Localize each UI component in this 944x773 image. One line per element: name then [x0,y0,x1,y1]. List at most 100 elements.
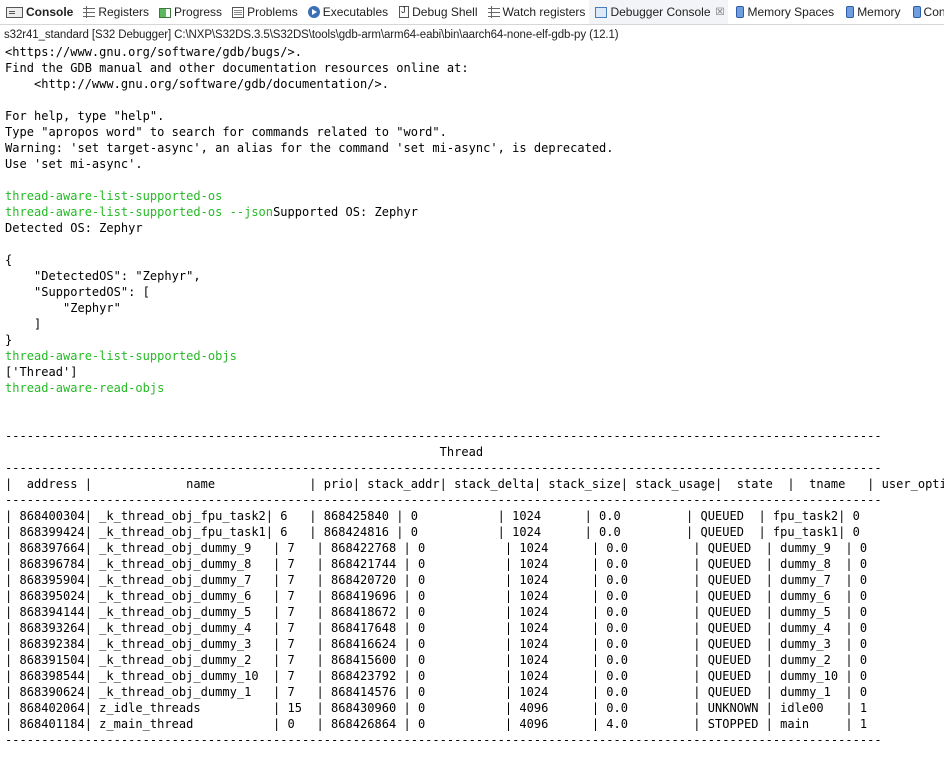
console-output-line: ----------------------------------------… [5,460,944,476]
console-output-line: ----------------------------------------… [5,428,944,444]
output-text: | 868400304| _k_thread_obj_fpu_task2| 6 … [5,509,944,523]
console-output-line: | 868395024| _k_thread_obj_dummy_6 | 7 |… [5,588,944,604]
output-text: ----------------------------------------… [5,429,882,443]
tab-memory-spaces[interactable]: Memory Spaces [728,0,838,24]
console-output-line: Find the GDB manual and other documentat… [5,60,944,76]
console-output-line: Detected OS: Zephyr [5,220,944,236]
command-text: thread-aware-list-supported-os --json [5,205,274,219]
console-output-line: | 868393264| _k_thread_obj_dummy_4 | 7 |… [5,620,944,636]
console-output[interactable]: <https://www.gnu.org/software/gdb/bugs/>… [0,44,944,748]
tab-debug-shell[interactable]: Debug Shell [392,0,481,24]
output-text: | 868397664| _k_thread_obj_dummy_9 | 7 |… [5,541,944,555]
problems-icon [232,6,245,18]
tab-label: Debug Shell [412,5,478,19]
watch-registers-icon [487,6,500,18]
tab-label: Memory Spaces [747,5,835,19]
output-text: | 868394144| _k_thread_obj_dummy_5 | 7 |… [5,605,944,619]
output-text: | 868395904| _k_thread_obj_dummy_7 | 7 |… [5,573,944,587]
console-output-line: { [5,252,944,268]
memory-spaces-icon [736,6,745,18]
output-text: "DetectedOS": "Zephyr", [5,269,201,283]
tab-label: Executables [322,5,389,19]
output-text: For help, type "help". [5,109,165,123]
tab-label: Progress [174,5,223,19]
console-output-line: ] [5,316,944,332]
tab-progress[interactable]: Progress [153,0,226,24]
console-command-line: thread-aware-list-supported-os --jsonSup… [5,204,944,220]
console-output-line: | 868396784| _k_thread_obj_dummy_8 | 7 |… [5,556,944,572]
output-text: ----------------------------------------… [5,733,882,747]
console-output-line: | 868399424| _k_thread_obj_fpu_task1| 6 … [5,524,944,540]
executables-icon [307,6,320,18]
output-text: ----------------------------------------… [5,461,882,475]
output-text: ----------------------------------------… [5,493,882,507]
console-icon [6,6,23,18]
debug-shell-icon [399,5,410,18]
tab-console[interactable]: Console [0,0,77,24]
tab-label: Watch registers [502,5,586,19]
control-icon [912,6,921,18]
console-output-line: For help, type "help". [5,108,944,124]
output-text: <http://www.gnu.org/software/gdb/documen… [5,77,389,91]
tab-executables[interactable]: Executables [302,0,392,24]
output-text: | 868393264| _k_thread_obj_dummy_4 | 7 |… [5,621,944,635]
debugger-console-icon [595,6,608,18]
output-text: Use 'set mi-async'. [5,157,143,171]
tab-label: Debugger Console [610,5,711,19]
console-command-line: thread-aware-list-supported-objs [5,348,944,364]
tab-control-a[interactable]: Control a [905,0,944,24]
command-text: thread-aware-list-supported-objs [5,349,237,363]
tab-label: Registers [98,5,150,19]
tab-registers[interactable]: Registers [77,0,153,24]
console-output-line: | 868391504| _k_thread_obj_dummy_2 | 7 |… [5,652,944,668]
console-command-line: thread-aware-list-supported-os [5,188,944,204]
output-text: { [5,253,13,267]
console-output-line: | address | name | prio| stack_addr| sta… [5,476,944,492]
console-output-line: | 868394144| _k_thread_obj_dummy_5 | 7 |… [5,604,944,620]
output-text: | 868395024| _k_thread_obj_dummy_6 | 7 |… [5,589,944,603]
console-output-line: } [5,332,944,348]
console-output-line: | 868392384| _k_thread_obj_dummy_3 | 7 |… [5,636,944,652]
console-output-line: "Zephyr" [5,300,944,316]
console-output-line: Type "apropos word" to search for comman… [5,124,944,140]
console-output-line: ----------------------------------------… [5,732,944,748]
output-text: | 868402064| z_idle_threads | 15 | 86843… [5,701,944,715]
output-text: ] [5,317,42,331]
memory-icon [846,6,855,18]
console-output-line: "SupportedOS": [ [5,284,944,300]
console-command-line: thread-aware-read-objs [5,380,944,396]
console-output-line: <https://www.gnu.org/software/gdb/bugs/>… [5,44,944,60]
console-output-line: | 868397664| _k_thread_obj_dummy_9 | 7 |… [5,540,944,556]
output-text: | address | name | prio| stack_addr| sta… [5,477,944,491]
console-title: s32r41_standard [S32 Debugger] C:\NXP\S3… [4,29,619,41]
output-text: Find the GDB manual and other documentat… [5,61,469,75]
output-text: } [5,333,13,347]
output-text: | 868392384| _k_thread_obj_dummy_3 | 7 |… [5,637,944,651]
output-text: Supported OS: Zephyr [273,205,418,219]
close-icon[interactable]: ☒ [716,7,725,18]
console-output-line: ----------------------------------------… [5,492,944,508]
console-output-line: | 868400304| _k_thread_obj_fpu_task2| 6 … [5,508,944,524]
tab-label: Console [26,5,74,19]
console-output-line: Use 'set mi-async'. [5,156,944,172]
output-text: "Zephyr" [5,301,121,315]
tab-watch-registers[interactable]: Watch registers [482,0,590,24]
output-text: | 868399424| _k_thread_obj_fpu_task1| 6 … [5,525,944,539]
output-text: Type "apropos word" to search for comman… [5,125,447,139]
output-text: "SupportedOS": [ [5,285,150,299]
tab-memory[interactable]: Memory [838,0,904,24]
console-output-line: | 868395904| _k_thread_obj_dummy_7 | 7 |… [5,572,944,588]
tab-label: Problems [247,5,298,19]
console-output-line: | 868401184| z_main_thread | 0 | 8684268… [5,716,944,732]
tab-debugger-console[interactable]: Debugger Console ☒ [589,0,729,24]
progress-icon [159,7,172,18]
tab-problems[interactable]: Problems [226,0,302,24]
registers-icon [83,6,96,18]
output-text: | 868401184| z_main_thread | 0 | 8684268… [5,717,944,731]
output-text: | 868396784| _k_thread_obj_dummy_8 | 7 |… [5,557,944,571]
console-output-line: "DetectedOS": "Zephyr", [5,268,944,284]
output-text: Thread [5,445,484,459]
command-text: thread-aware-read-objs [5,381,165,395]
